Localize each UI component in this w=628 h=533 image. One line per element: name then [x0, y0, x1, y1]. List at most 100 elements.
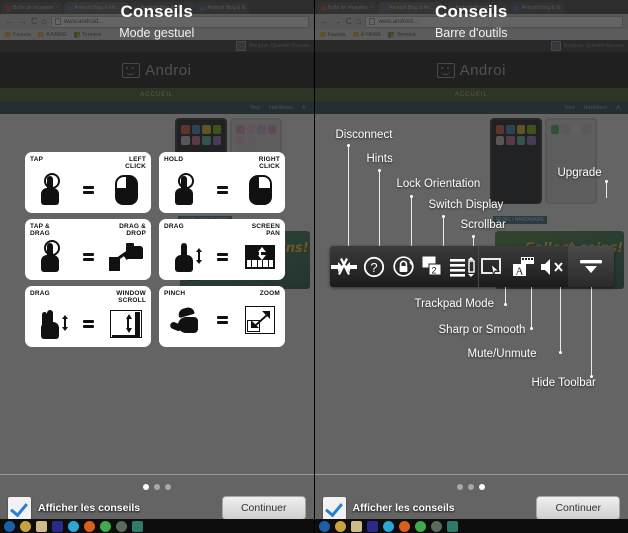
show-tips-checkbox[interactable] — [8, 496, 31, 520]
page-subtitle: Mode gestuel — [119, 26, 195, 40]
drag-hand-icon — [166, 240, 202, 274]
media-player-icon[interactable] — [52, 520, 63, 532]
tips-panel-toolbar: Boîte de réception × Android Blog & Ne..… — [313, 0, 628, 533]
start-icon[interactable] — [318, 520, 330, 532]
start-icon[interactable] — [4, 520, 15, 532]
hide-toolbar-icon[interactable] — [567, 246, 614, 287]
show-tips-checkbox[interactable] — [322, 496, 346, 520]
leader-line-mute — [558, 287, 562, 354]
svg-text:?: ? — [370, 260, 377, 275]
internet-explorer-icon[interactable] — [20, 520, 31, 532]
continue-button[interactable]: Continuer — [536, 496, 620, 520]
file-explorer-icon[interactable] — [36, 520, 47, 532]
internet-explorer-icon[interactable] — [334, 520, 346, 532]
leader-line-upgrade — [604, 180, 608, 198]
page-dot-1[interactable] — [457, 484, 464, 490]
callout-disconnect: Disconnect — [335, 129, 393, 141]
equals-icon — [82, 252, 94, 261]
gesture-left-label: PINCH — [164, 290, 186, 297]
page-dot-3[interactable] — [164, 484, 171, 490]
hints-icon[interactable]: ? — [359, 246, 389, 287]
equals-icon — [82, 185, 94, 194]
leader-line-lock — [409, 195, 413, 246]
gesture-card-drag-pan: DRAG SCREEN PAN — [159, 219, 285, 280]
app-toolbar: ? 2 A — [329, 246, 614, 287]
page-dot-2[interactable] — [468, 484, 475, 490]
gesture-right-label: SCREEN PAN — [251, 223, 280, 238]
equals-icon — [82, 319, 94, 328]
tips-panel-gestures: Boîte de réception × Android Blog & Ne..… — [0, 0, 314, 533]
gesture-right-label: RIGHT CLICK — [258, 156, 280, 171]
mouse-right-icon — [242, 173, 278, 207]
skype-icon[interactable] — [382, 520, 394, 532]
page-title: Conseils — [435, 2, 508, 21]
page-dot-2[interactable] — [153, 484, 160, 490]
svg-text:2: 2 — [431, 266, 436, 276]
page-title: Conseils — [120, 2, 193, 21]
gesture-left-label: DRAG — [30, 290, 50, 297]
gesture-card-grid: TAP LEFT CLICK HOLD RIGHT CLICK TAP & DR… — [25, 152, 285, 347]
gesture-right-label: WINDOW SCROLL — [116, 290, 146, 305]
leader-line-trackpad — [503, 287, 507, 306]
app-icon[interactable] — [446, 520, 458, 532]
page-dot-3[interactable] — [479, 484, 486, 490]
chrome-icon[interactable] — [414, 520, 426, 532]
callout-hints: Hints — [366, 153, 393, 165]
zoom-box-icon — [242, 303, 278, 337]
switch-display-icon[interactable]: 2 — [418, 246, 448, 287]
gesture-right-label: ZOOM — [259, 290, 280, 297]
gesture-card-tap: TAP LEFT CLICK — [25, 152, 151, 213]
window-scroll-icon — [108, 307, 144, 341]
disconnect-icon[interactable] — [330, 246, 360, 287]
trackpad-mode-icon[interactable] — [479, 246, 509, 287]
page-dot-1[interactable] — [142, 484, 149, 490]
divider — [314, 474, 628, 475]
callout-trackpad-mode: Trackpad Mode — [414, 298, 494, 310]
callout-sharp-or-smooth: Sharp or Smooth — [438, 324, 526, 336]
windows-taskbar — [314, 519, 628, 533]
gesture-card-pinch-zoom: PINCH ZOOM — [159, 286, 285, 347]
gesture-right-label: DRAG & DROP — [119, 223, 146, 238]
callout-lock-orientation: Lock Orientation — [396, 178, 481, 190]
windows-taskbar — [0, 519, 314, 533]
two-finger-drag-icon — [32, 307, 68, 341]
file-explorer-icon[interactable] — [350, 520, 362, 532]
pinch-hand-icon — [166, 303, 202, 337]
app-icon[interactable] — [132, 520, 143, 532]
show-tips-label: Afficher les conseils — [352, 502, 455, 514]
app-icon[interactable] — [430, 520, 442, 532]
gesture-card-window-scroll: DRAG WINDOW SCROLL — [25, 286, 151, 347]
callout-mute-unmute: Mute/Unmute — [467, 348, 537, 360]
page-indicator — [315, 484, 628, 490]
screen-pan-icon — [242, 240, 278, 274]
leader-line-disconnect — [346, 144, 350, 246]
callout-scrollbar: Scrollbar — [460, 219, 506, 231]
tap-drag-hand-icon — [32, 239, 68, 274]
equals-icon — [216, 316, 228, 325]
drag-drop-icon — [108, 240, 144, 274]
skype-icon[interactable] — [68, 520, 79, 532]
continue-button[interactable]: Continuer — [221, 496, 306, 520]
lock-orientation-icon[interactable] — [389, 246, 419, 287]
gesture-left-label: TAP — [30, 156, 44, 163]
mouse-left-icon — [108, 173, 144, 207]
svg-text:A: A — [515, 266, 523, 278]
page-indicator — [0, 484, 314, 490]
media-player-icon[interactable] — [366, 520, 378, 532]
firefox-icon[interactable] — [398, 520, 410, 532]
leader-line-hide — [589, 287, 593, 378]
equals-icon — [216, 185, 228, 194]
firefox-icon[interactable] — [84, 520, 95, 532]
leader-line-switch — [441, 215, 445, 246]
callout-switch-display: Switch Display — [428, 199, 504, 211]
gesture-left-label: HOLD — [164, 156, 184, 163]
app-icon[interactable] — [116, 520, 127, 532]
scrollbar-icon[interactable] — [448, 246, 478, 287]
mute-unmute-icon[interactable] — [538, 246, 568, 287]
gesture-right-label: LEFT CLICK — [125, 156, 146, 171]
tap-hand-icon — [32, 172, 68, 207]
leader-line-sharp — [529, 287, 533, 330]
page-subtitle: Barre d'outils — [434, 26, 508, 40]
sharp-or-smooth-icon[interactable]: A — [508, 246, 538, 287]
chrome-icon[interactable] — [100, 520, 111, 532]
